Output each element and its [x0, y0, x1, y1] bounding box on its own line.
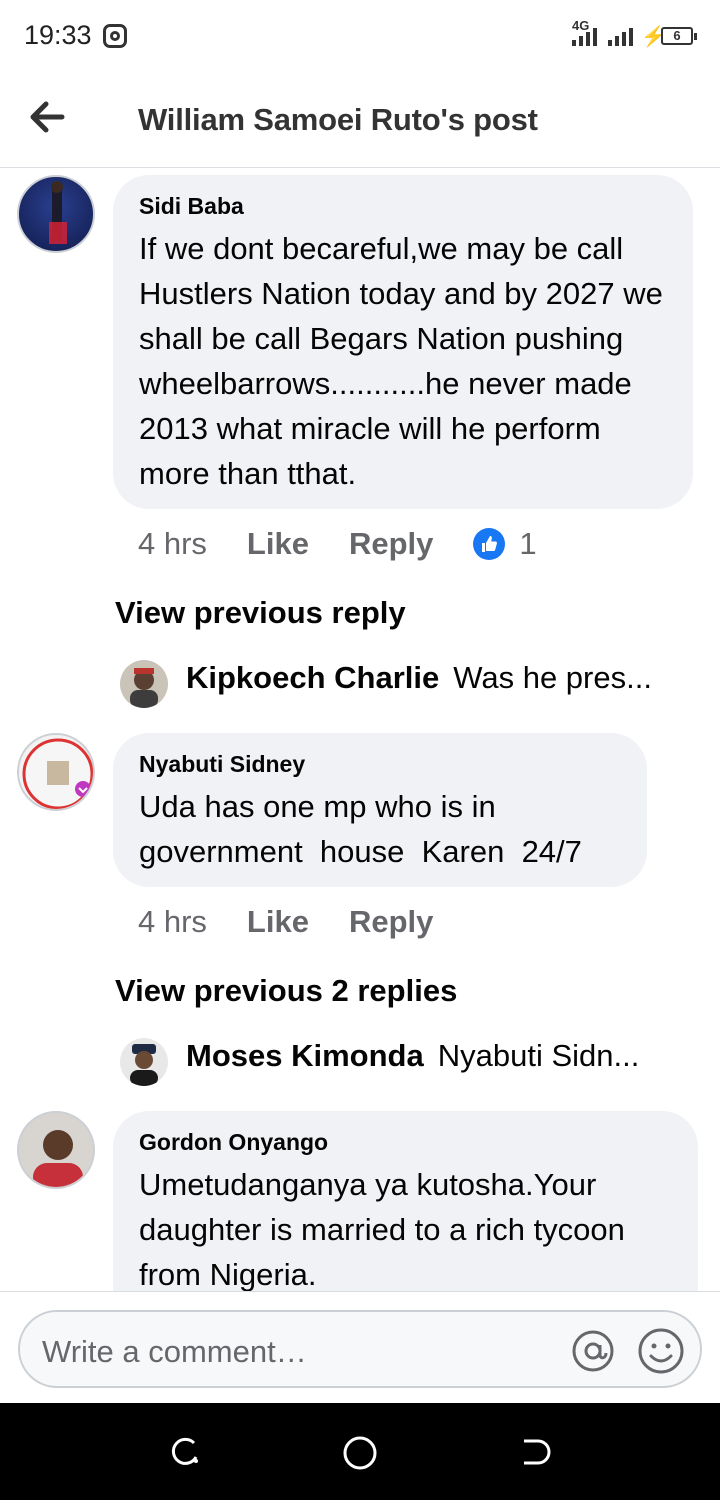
smiley-icon: [638, 1328, 684, 1374]
comment-actions: 4 hrs Like Reply 1: [138, 526, 537, 562]
battery-icon: 6: [661, 27, 697, 45]
home-circle-icon: [343, 1436, 377, 1470]
back-nav-icon: [524, 1439, 551, 1465]
instagram-icon: [103, 24, 127, 48]
emoji-button[interactable]: [636, 1326, 686, 1381]
recent-apps-button[interactable]: [168, 1435, 202, 1474]
avatar[interactable]: [120, 660, 168, 708]
back-arrow-icon: [30, 101, 65, 133]
like-button[interactable]: Like: [247, 526, 309, 562]
comment-input[interactable]: Write a comment…: [18, 1310, 702, 1388]
avatar[interactable]: [17, 175, 95, 253]
avatar[interactable]: [17, 733, 95, 811]
comment-composer-bar: Write a comment…: [0, 1291, 720, 1403]
avatar-image: [33, 1130, 83, 1187]
comment-text: Uda has one mp who is in government hous…: [139, 789, 582, 869]
thumbs-up-icon: [473, 528, 506, 560]
avatar-image: [130, 668, 158, 708]
view-previous-replies-link[interactable]: View previous 2 replies: [115, 973, 457, 1009]
reply-preview[interactable]: Moses Kimonda Nyabuti Sidn...: [120, 1038, 640, 1086]
reply-snippet: Nyabuti Sidn...: [437, 1038, 640, 1073]
reply-author[interactable]: Moses Kimonda: [186, 1038, 424, 1074]
avatar-image: [130, 1044, 158, 1086]
back-button[interactable]: [22, 92, 72, 142]
comment-time[interactable]: 4 hrs: [138, 526, 207, 562]
at-sign-icon: [572, 1330, 614, 1372]
comment-bubble[interactable]: Gordon Onyango Umetudanganya ya kutosha.…: [113, 1111, 698, 1311]
status-time: 19:33: [24, 20, 92, 50]
comment-actions: 4 hrs Like Reply: [138, 904, 473, 940]
comment-input-placeholder: Write a comment…: [42, 1334, 307, 1369]
comment-text: If we dont becareful,we may be call Hust…: [139, 231, 672, 491]
reply-preview[interactable]: Kipkoech Charlie Was he pres...: [120, 660, 652, 708]
reply-button[interactable]: Reply: [349, 904, 433, 940]
system-nav-bar: [0, 1403, 720, 1500]
reaction-count[interactable]: 1: [519, 526, 536, 562]
status-bar: 19:33 4G ⚡ 6: [0, 0, 720, 72]
avatar[interactable]: [120, 1038, 168, 1086]
comment-bubble[interactable]: Sidi Baba If we dont becareful,we may be…: [113, 175, 693, 509]
comment-time[interactable]: 4 hrs: [138, 904, 207, 940]
comment-author[interactable]: Nyabuti Sidney: [139, 751, 621, 778]
reply-button[interactable]: Reply: [349, 526, 433, 562]
view-previous-replies-link[interactable]: View previous reply: [115, 595, 406, 631]
avatar-image: [22, 738, 93, 809]
like-button[interactable]: Like: [247, 904, 309, 940]
reply-author[interactable]: Kipkoech Charlie: [186, 660, 439, 696]
back-nav-button[interactable]: [518, 1435, 552, 1474]
signal-icon: [608, 28, 633, 46]
comment-author[interactable]: Gordon Onyango: [139, 1129, 672, 1156]
signal-icon: [572, 28, 597, 46]
page-title: William Samoei Ruto's post: [138, 102, 538, 137]
comment-text: Umetudanganya ya kutosha.Your daughter i…: [139, 1167, 634, 1292]
avatar-image: [49, 181, 67, 244]
comment-author[interactable]: Sidi Baba: [139, 193, 667, 220]
post-header: William Samoei Ruto's post: [0, 72, 720, 168]
comment-bubble[interactable]: Nyabuti Sidney Uda has one mp who is in …: [113, 733, 647, 887]
reply-snippet: Was he pres...: [453, 660, 652, 695]
home-button[interactable]: [342, 1435, 378, 1476]
mention-button[interactable]: [568, 1326, 618, 1381]
recents-icon: [171, 1437, 198, 1465]
avatar[interactable]: [17, 1111, 95, 1189]
